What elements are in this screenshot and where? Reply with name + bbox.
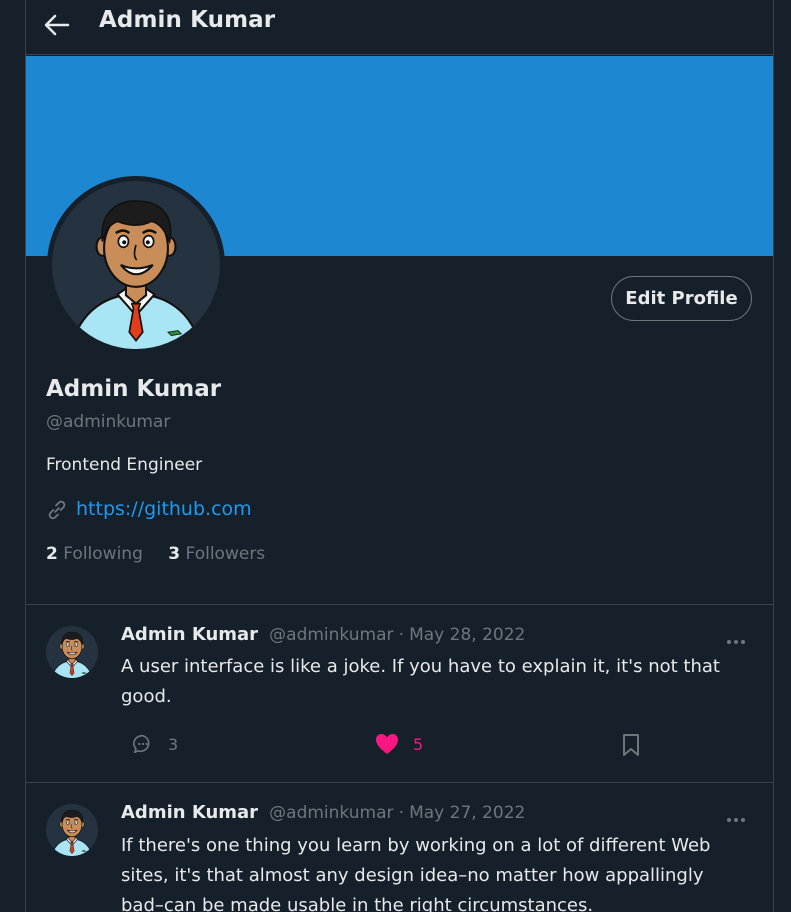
reply-button[interactable]: 3 bbox=[132, 733, 178, 755]
reply-icon bbox=[133, 734, 150, 754]
tweet-separator: · bbox=[398, 803, 404, 823]
profile-column: Admin Kumar Edit Profile Admin Kumar @ad… bbox=[25, 0, 774, 912]
tweet-date[interactable]: May 28, 2022 bbox=[409, 625, 525, 645]
tweet-date[interactable]: May 27, 2022 bbox=[409, 803, 525, 823]
followers-stat[interactable]: 3 Followers bbox=[168, 544, 265, 564]
followers-count: 3 bbox=[168, 544, 181, 564]
profile-handle: @adminkumar bbox=[46, 412, 171, 432]
link-icon bbox=[48, 500, 66, 520]
profile-name: Admin Kumar bbox=[46, 376, 222, 402]
heart-icon bbox=[376, 734, 398, 754]
following-label: Following bbox=[63, 544, 143, 564]
like-button[interactable]: 5 bbox=[375, 733, 423, 755]
bookmark-icon[interactable] bbox=[622, 733, 640, 757]
profile-bio: Frontend Engineer bbox=[46, 455, 203, 475]
follow-stats: 2 Following 3 Followers bbox=[46, 544, 285, 564]
reply-count: 3 bbox=[168, 734, 179, 754]
back-arrow-icon[interactable] bbox=[42, 10, 72, 40]
tweet-header: Admin Kumar @adminkumar · May 28, 2022 bbox=[121, 624, 525, 645]
tweet-author-handle: @adminkumar bbox=[269, 803, 394, 823]
tweet-avatar[interactable] bbox=[46, 804, 98, 856]
header-title: Admin Kumar bbox=[99, 7, 276, 33]
more-options-icon[interactable] bbox=[724, 630, 748, 654]
following-stat[interactable]: 2 Following bbox=[46, 544, 143, 564]
tweet-separator: · bbox=[398, 625, 404, 645]
profile-link[interactable]: https://github.com bbox=[76, 498, 252, 520]
tweet-author-handle: @adminkumar bbox=[269, 625, 394, 645]
divider bbox=[26, 782, 773, 783]
tweet-avatar[interactable] bbox=[46, 626, 98, 678]
followers-label: Followers bbox=[185, 544, 266, 564]
top-header: Admin Kumar bbox=[26, 0, 773, 55]
tweet-author-name[interactable]: Admin Kumar bbox=[121, 802, 258, 823]
tweet-text: If there's one thing you learn by workin… bbox=[121, 835, 711, 912]
divider bbox=[26, 604, 773, 605]
like-count: 5 bbox=[413, 734, 424, 754]
edit-profile-button[interactable]: Edit Profile bbox=[611, 276, 752, 321]
profile-avatar[interactable] bbox=[47, 176, 225, 354]
more-options-icon[interactable] bbox=[724, 808, 748, 832]
tweet-text: A user interface is like a joke. If you … bbox=[121, 656, 720, 707]
tweet-header: Admin Kumar @adminkumar · May 27, 2022 bbox=[121, 802, 525, 823]
following-count: 2 bbox=[46, 544, 58, 564]
tweet-author-name[interactable]: Admin Kumar bbox=[121, 624, 258, 645]
